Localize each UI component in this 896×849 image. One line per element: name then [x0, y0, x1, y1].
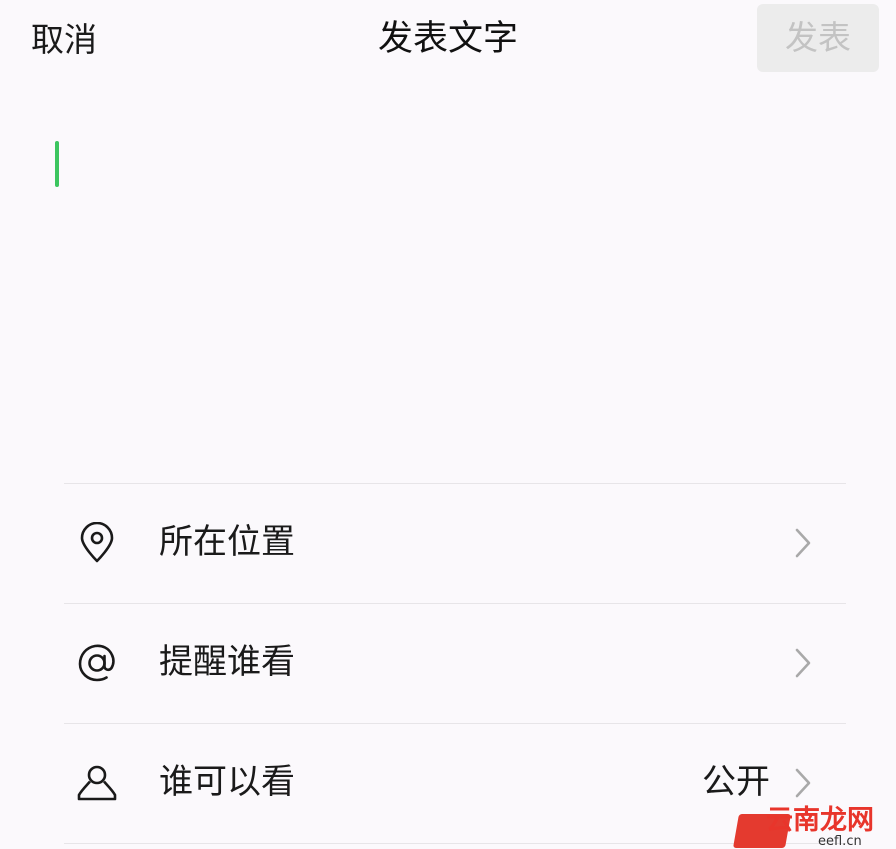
chevron-right-icon	[795, 528, 811, 558]
post-text-input[interactable]	[40, 120, 850, 450]
person-icon	[77, 765, 117, 801]
option-label: 所在位置	[159, 522, 295, 562]
chevron-right-icon	[795, 768, 811, 798]
visibility-value: 公开	[702, 762, 770, 802]
watermark-url: eefl.cn	[818, 834, 862, 849]
divider	[64, 843, 846, 844]
text-caret	[55, 141, 59, 187]
location-pin-icon	[80, 522, 114, 563]
option-row-visibility[interactable]: 谁可以看 公开	[64, 724, 846, 842]
moments-text-post-screen: 取消 发表文字 发表 所在位置 提醒谁看 谁可以看 公开 云南龙网 eefl.c…	[0, 0, 896, 849]
option-row-mention[interactable]: 提醒谁看	[64, 604, 846, 722]
watermark-logo: 云南龙网 eefl.cn	[733, 804, 896, 849]
option-row-location[interactable]: 所在位置	[64, 484, 846, 602]
option-label: 谁可以看	[159, 762, 295, 802]
publish-button[interactable]: 发表	[757, 4, 879, 72]
option-label: 提醒谁看	[159, 642, 295, 682]
chevron-right-icon	[795, 648, 811, 678]
watermark-text: 云南龙网	[766, 805, 874, 836]
top-bar: 取消 发表文字 发表	[0, 0, 896, 80]
at-sign-icon	[78, 644, 115, 682]
